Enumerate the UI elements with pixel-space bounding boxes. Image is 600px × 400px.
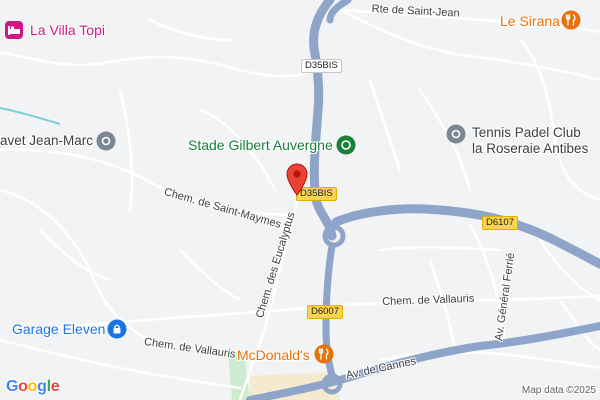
poi-label-stade: Stade Gilbert Auvergne [188, 137, 333, 153]
water-stream [0, 107, 61, 125]
map-pin-icon[interactable] [285, 162, 309, 196]
poi-tennis-padel-club[interactable]: Tennis Padel Club la Roseraie Antibes [446, 124, 588, 156]
hotel-icon [5, 21, 23, 39]
google-logo: Google [6, 378, 60, 396]
poi-label-mcdonalds: McDonald's [237, 347, 310, 363]
map-attribution[interactable]: Map data ©2025 [522, 385, 596, 396]
place-icon [96, 131, 116, 151]
restaurant-icon [561, 10, 581, 30]
logo-letter: o [18, 378, 28, 395]
logo-letter: e [50, 378, 60, 395]
logo-letter: G [6, 378, 19, 395]
poi-label-tennis-line2: la Roseraie Antibes [472, 141, 589, 156]
route-shield-d6107: D6107 [482, 216, 518, 230]
poi-label-vet: avet Jean-Marc [0, 133, 94, 148]
poi-label-la-villa-topi: La Villa Topi [30, 22, 105, 38]
place-icon [446, 124, 466, 144]
poi-label-le-sirana: Le Sirana [500, 13, 560, 29]
route-shield-d35bis: D35BIS [301, 59, 342, 73]
stadium-icon [336, 135, 356, 155]
logo-letter: o [27, 378, 38, 395]
lock-icon [107, 319, 127, 339]
restaurant-icon [314, 344, 334, 364]
logo-letter: g [37, 378, 47, 395]
map-view[interactable]: D35BIS D35BIS D6107 D6007 Rte de Saint-J… [0, 0, 600, 400]
route-shield-d6007: D6007 [307, 305, 343, 319]
poi-label-tennis-line1: Tennis Padel Club [472, 125, 581, 140]
poi-la-villa-topi[interactable]: La Villa Topi [4, 20, 105, 45]
poi-label-garage: Garage Eleven [12, 321, 106, 337]
